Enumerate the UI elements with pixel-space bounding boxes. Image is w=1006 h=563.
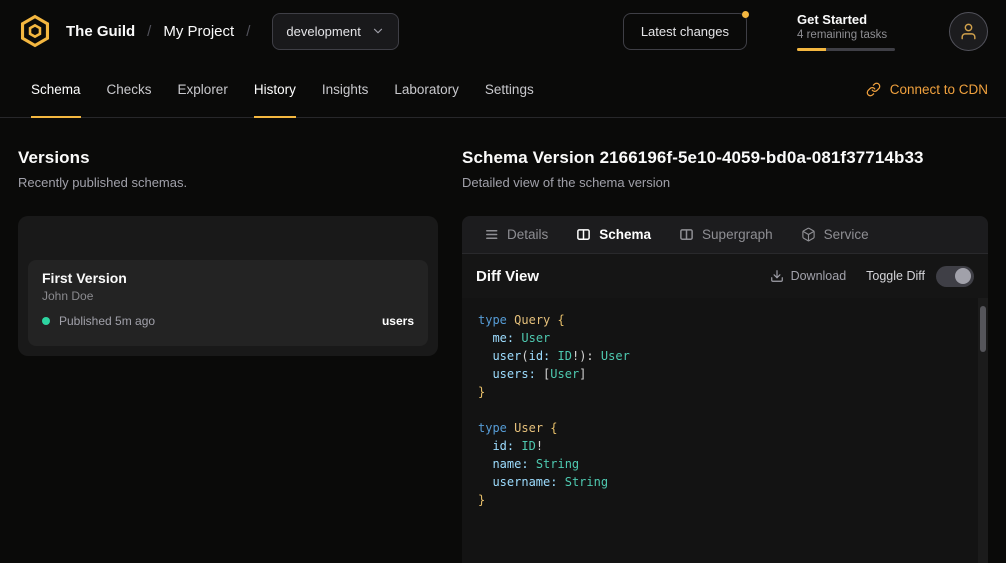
version-detail-title: Schema Version 2166196f-5e10-4059-bd0a-0… — [462, 148, 988, 168]
code-line: type Query { — [478, 311, 972, 329]
scrollbar-thumb[interactable] — [980, 306, 986, 352]
version-meta: Published 5m ago users — [42, 314, 414, 328]
versions-subtitle: Recently published schemas. — [18, 175, 438, 190]
header-right: Latest changes Get Started 4 remaining t… — [623, 12, 988, 51]
target-nav: Schema Checks Explorer History Insights … — [0, 62, 1006, 118]
connect-to-cdn-link[interactable]: Connect to CDN — [866, 62, 988, 117]
get-started-remaining-tasks: 4 remaining tasks — [797, 29, 895, 41]
get-started-widget[interactable]: Get Started 4 remaining tasks — [797, 12, 895, 51]
app-header: The Guild / My Project / development Lat… — [0, 0, 1006, 62]
columns-icon — [576, 227, 591, 242]
toggle-knob — [955, 268, 971, 284]
main-content: Versions Recently published schemas. Fir… — [0, 118, 1006, 563]
breadcrumb-separator: / — [246, 23, 250, 40]
detail-tab-details[interactable]: Details — [470, 216, 562, 253]
versions-panel: Versions Recently published schemas. Fir… — [18, 148, 438, 563]
download-icon — [770, 269, 784, 283]
breadcrumb-org[interactable]: The Guild — [66, 23, 135, 40]
tab-explorer[interactable]: Explorer — [165, 62, 241, 117]
code-line: username: String — [478, 473, 972, 491]
version-service-badge: users — [382, 314, 414, 328]
get-started-title: Get Started — [797, 12, 895, 27]
hive-logo-icon[interactable] — [18, 14, 52, 48]
tab-schema[interactable]: Schema — [18, 62, 94, 117]
version-detail-subtitle: Detailed view of the schema version — [462, 175, 988, 190]
detail-tab-label: Schema — [599, 227, 651, 242]
tab-settings[interactable]: Settings — [472, 62, 547, 117]
tab-insights[interactable]: Insights — [309, 62, 382, 117]
toggle-diff-label: Toggle Diff — [866, 269, 925, 283]
version-detail-panel: Schema Version 2166196f-5e10-4059-bd0a-0… — [462, 148, 988, 563]
code-line: } — [478, 491, 972, 509]
breadcrumb-project[interactable]: My Project — [163, 23, 234, 40]
latest-changes-button[interactable]: Latest changes — [623, 13, 747, 50]
version-detail-card: Details Schema Supergraph — [462, 216, 988, 563]
get-started-progress-fill — [797, 48, 826, 51]
versions-list-card: First Version John Doe Published 5m ago … — [18, 216, 438, 356]
code-line: me: User — [478, 329, 972, 347]
code-block: type Query { me: User user(id: ID!): Use… — [478, 311, 972, 509]
code-line: } — [478, 383, 972, 401]
schema-code-editor[interactable]: type Query { me: User user(id: ID!): Use… — [462, 298, 988, 563]
diff-view-header: Diff View Download Toggle Diff — [462, 254, 988, 298]
scrollbar-track[interactable] — [978, 298, 988, 563]
download-button[interactable]: Download — [770, 269, 847, 283]
version-name: First Version — [42, 270, 414, 286]
version-list-item[interactable]: First Version John Doe Published 5m ago … — [28, 260, 428, 346]
code-line: type User { — [478, 419, 972, 437]
notification-dot — [742, 11, 749, 18]
code-line: users: [User] — [478, 365, 972, 383]
latest-changes-label: Latest changes — [641, 24, 729, 39]
toggle-diff-switch[interactable] — [936, 266, 974, 287]
code-line: id: ID! — [478, 437, 972, 455]
detail-tab-label: Service — [824, 227, 869, 242]
breadcrumb-separator: / — [147, 23, 151, 40]
detail-tab-supergraph[interactable]: Supergraph — [665, 216, 787, 253]
code-line: name: String — [478, 455, 972, 473]
detail-tab-label: Details — [507, 227, 548, 242]
link-icon — [866, 82, 881, 97]
version-detail-tabs: Details Schema Supergraph — [462, 216, 988, 254]
detail-tab-label: Supergraph — [702, 227, 773, 242]
tab-history[interactable]: History — [241, 62, 309, 117]
version-published-status: Published 5m ago — [59, 314, 155, 328]
detail-tab-service[interactable]: Service — [787, 216, 883, 253]
published-status-dot-icon — [42, 317, 50, 325]
get-started-progress-bar — [797, 48, 895, 51]
tab-laboratory[interactable]: Laboratory — [381, 62, 472, 117]
list-icon — [484, 227, 499, 242]
box-icon — [801, 227, 816, 242]
user-icon — [959, 22, 978, 41]
version-author: John Doe — [42, 289, 414, 303]
download-label: Download — [791, 269, 847, 283]
diff-view-actions: Download Toggle Diff — [770, 266, 974, 287]
versions-title: Versions — [18, 148, 438, 168]
target-selector-value: development — [286, 24, 360, 39]
diff-view-title: Diff View — [476, 268, 539, 285]
breadcrumb: The Guild / My Project / — [66, 23, 262, 40]
columns-icon — [679, 227, 694, 242]
toggle-diff-control: Toggle Diff — [866, 266, 974, 287]
target-selector-dropdown[interactable]: development — [272, 13, 398, 50]
detail-tab-schema[interactable]: Schema — [562, 216, 665, 253]
chevron-down-icon — [371, 24, 385, 38]
code-line — [478, 401, 972, 419]
code-line: user(id: ID!): User — [478, 347, 972, 365]
connect-to-cdn-label: Connect to CDN — [890, 82, 988, 97]
user-avatar[interactable] — [949, 12, 988, 51]
tab-checks[interactable]: Checks — [94, 62, 165, 117]
